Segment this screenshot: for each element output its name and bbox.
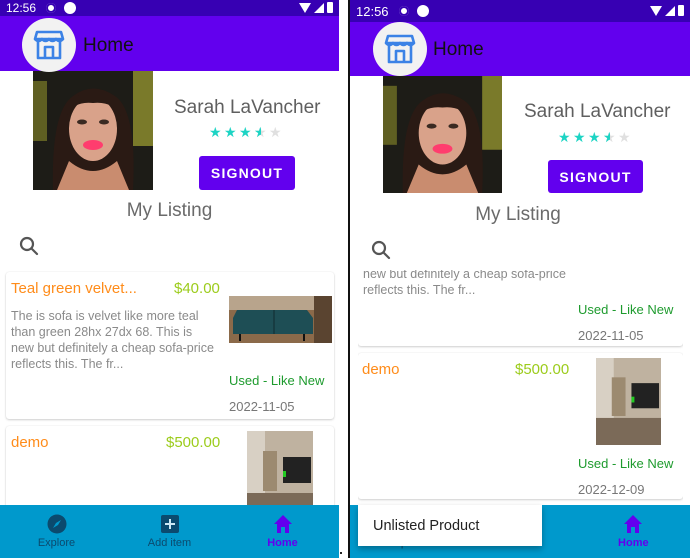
listing-condition: Used - Like New — [578, 456, 674, 471]
home-icon — [624, 515, 643, 533]
search-icon[interactable] — [18, 235, 40, 257]
listing-title: Teal green velvet... — [11, 280, 137, 297]
star-icon: ★ — [588, 129, 601, 145]
profile-photo — [33, 71, 153, 190]
battery-icon — [678, 5, 684, 16]
popup-label: Unlisted Product — [373, 517, 480, 534]
star-empty-icon: ★ — [618, 129, 631, 145]
nav-home-label: Home — [618, 537, 649, 549]
listing-condition: Used - Like New — [229, 373, 325, 388]
gear-icon — [46, 3, 57, 13]
status-time: 12:56 — [356, 3, 389, 19]
signout-button[interactable]: SIGNOUT — [548, 160, 643, 193]
home-icon — [273, 515, 292, 533]
listing-date: 2022-12-09 — [578, 482, 645, 497]
add-box-icon — [160, 515, 179, 533]
listing-price: $40.00 — [174, 280, 220, 297]
compass-icon — [47, 514, 66, 534]
signal-icon — [665, 5, 675, 16]
wifi-icon — [299, 2, 311, 13]
listing-image — [596, 358, 661, 445]
listing-date: 2022-11-05 — [578, 328, 644, 343]
app-bar: Home — [0, 16, 339, 72]
listing-description: The is sofa is velvet like more teal tha… — [11, 309, 214, 371]
bottom-nav: Explore Add item Home — [0, 505, 339, 558]
status-bar: 12:56 — [0, 0, 339, 16]
user-rating: ★ ★ ★ ★ ★ — [209, 125, 283, 139]
signal-icon — [314, 2, 324, 13]
section-title: My Listing — [475, 204, 561, 225]
star-icon: ★ — [239, 124, 252, 140]
listing-image — [229, 296, 332, 343]
listing-price: $500.00 — [515, 361, 570, 378]
wifi-icon — [650, 5, 662, 16]
app-bar: Home — [350, 22, 690, 76]
page-title: Home — [83, 35, 134, 56]
status-time: 12:56 — [6, 1, 37, 15]
gear-icon — [398, 6, 409, 16]
listing-condition: Used - Like New — [578, 302, 674, 317]
listing-card[interactable]: Teal green velvet... $40.00 The is sofa … — [6, 272, 334, 419]
listing-card[interactable]: demo $500.00 Used - Like New 2022-12-09 — [358, 353, 683, 499]
nav-home[interactable]: Home — [577, 505, 690, 558]
section-title: My Listing — [126, 200, 213, 221]
search-icon[interactable] — [370, 239, 392, 261]
listing-title: demo — [11, 434, 49, 451]
star-icon: ★ — [558, 129, 571, 145]
listing-description-tail: new but definitely a cheap sofa-price re… — [363, 267, 566, 297]
listing-card[interactable]: new but definitely a cheap sofa-price re… — [358, 266, 683, 346]
battery-icon — [327, 2, 333, 13]
storefront-icon[interactable] — [22, 18, 76, 72]
nav-home[interactable]: Home — [226, 505, 339, 558]
star-empty-icon: ★ — [269, 124, 282, 140]
listing-price: $500.00 — [166, 434, 221, 451]
star-icon: ★ — [224, 124, 237, 140]
user-rating: ★ ★ ★ ★ ★ — [558, 130, 632, 144]
nav-add-item-label: Add item — [147, 537, 192, 549]
star-half-icon: ★ — [603, 130, 617, 144]
listing-list[interactable]: Teal green velvet... $40.00 The is sofa … — [6, 272, 334, 536]
star-icon: ★ — [573, 129, 586, 145]
screen-left: 12:56 Home Sarah LaVancher ★ ★ ★ ★ ★ ★ S… — [0, 0, 339, 558]
listing-description: new but definitely a cheap sofa-price re… — [363, 267, 568, 298]
screen-right: 12:56 Home Sarah LaVancher ★ ★ ★ ★ ★ ★ S… — [350, 0, 690, 558]
status-bar: 12:56 — [350, 0, 690, 22]
nav-explore[interactable]: Explore — [0, 505, 113, 558]
unlisted-product-menu-item[interactable]: Unlisted Product — [358, 505, 542, 546]
circle-notification-icon — [416, 5, 429, 17]
user-name: Sarah LaVancher — [524, 101, 671, 122]
page-title: Home — [433, 39, 484, 60]
stray-pixel — [340, 552, 342, 554]
storefront-icon[interactable] — [373, 22, 427, 76]
profile-photo — [383, 76, 502, 193]
nav-add-item[interactable]: Add item — [113, 505, 226, 558]
user-name: Sarah LaVancher — [174, 97, 321, 118]
star-icon: ★ — [209, 124, 222, 140]
circle-notification-icon — [64, 2, 77, 14]
listing-list[interactable]: new but definitely a cheap sofa-price re… — [358, 266, 683, 505]
nav-home-label: Home — [267, 537, 298, 549]
nav-explore-label: Explore — [37, 537, 76, 549]
signout-button[interactable]: SIGNOUT — [199, 156, 295, 190]
star-half-icon: ★ — [254, 125, 268, 139]
listing-title: demo — [362, 361, 400, 378]
listing-date: 2022-11-05 — [229, 399, 295, 414]
